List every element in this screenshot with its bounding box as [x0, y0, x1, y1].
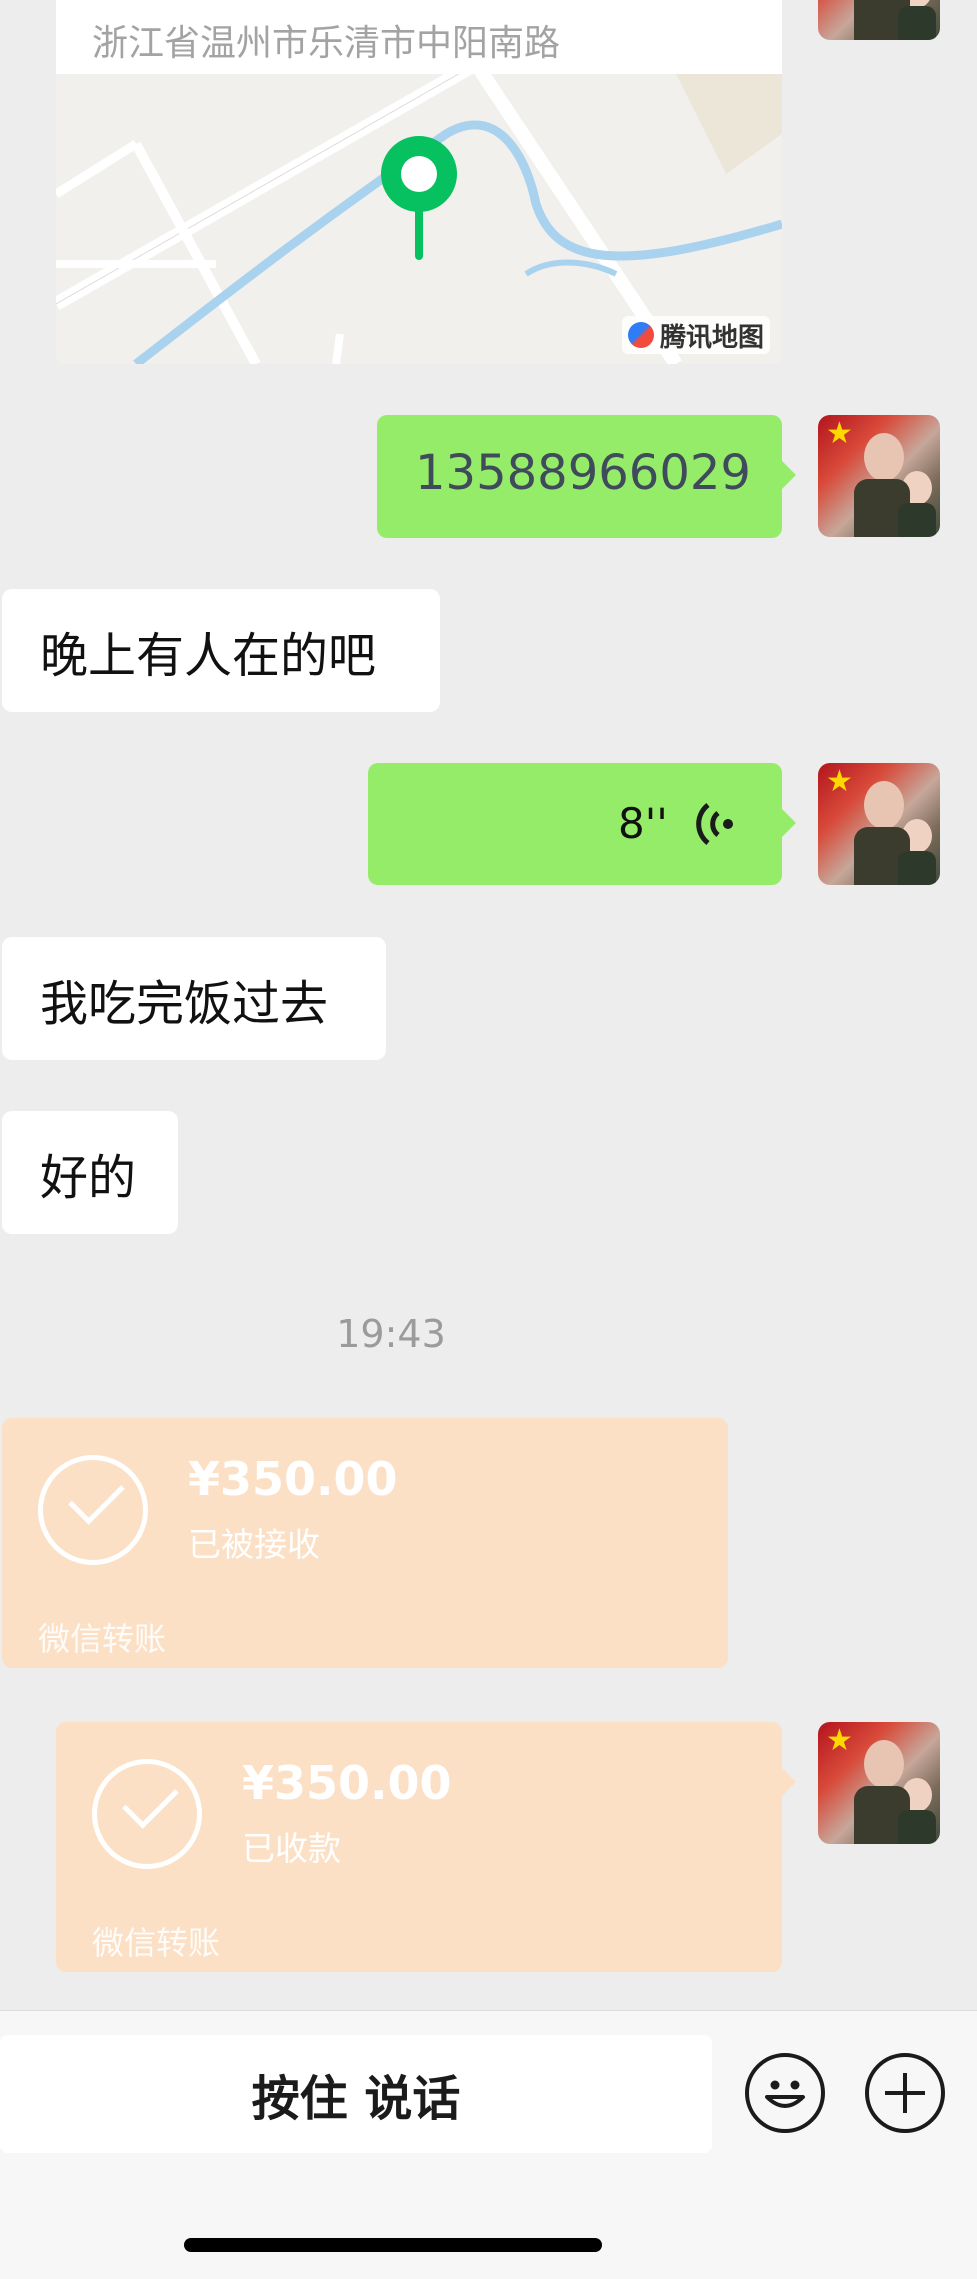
hold-to-talk-button[interactable]: 按住 说话	[0, 2035, 712, 2153]
my-avatar[interactable]: ★	[818, 0, 940, 40]
tencent-map-icon	[628, 322, 654, 348]
transfer-amount: ¥350.00	[242, 1756, 452, 1810]
transfer-card-received[interactable]: ¥350.00 已被接收 微信转账	[2, 1418, 728, 1668]
message-text: 晚上有人在的吧	[40, 627, 377, 684]
my-avatar[interactable]: ★	[818, 763, 940, 885]
message-text: 我吃完饭过去	[40, 975, 329, 1032]
location-address: 浙江省温州市乐清市中阳南路	[92, 23, 561, 64]
message-bubble-sent[interactable]: 13588966029	[377, 415, 796, 538]
map-provider-label: 腾讯地图	[660, 322, 765, 353]
transfer-status: 已被接收	[188, 1525, 320, 1564]
message-bubble-received[interactable]: 晚上有人在的吧	[2, 589, 440, 712]
chat-timestamp: 19:43	[336, 1312, 446, 1356]
message-text: 13588966029	[415, 445, 751, 501]
voice-wave-icon	[696, 803, 733, 845]
more-button[interactable]	[865, 2053, 945, 2133]
transfer-amount: ¥350.00	[188, 1452, 398, 1506]
checkmark-icon	[38, 1455, 148, 1565]
map-pin-icon	[381, 136, 457, 260]
map-provider-badge: 腾讯地图	[622, 316, 771, 354]
my-avatar[interactable]: ★	[818, 415, 940, 537]
message-bubble-received[interactable]: 好的	[2, 1111, 178, 1234]
transfer-status: 已收款	[242, 1829, 341, 1868]
my-avatar[interactable]: ★	[818, 1722, 940, 1844]
plus-icon	[885, 2073, 925, 2113]
voice-message-bubble[interactable]: 8''	[368, 763, 796, 885]
emoji-button[interactable]	[745, 2053, 825, 2133]
message-text: 好的	[40, 1149, 137, 1206]
message-bubble-received[interactable]: 我吃完饭过去	[2, 937, 386, 1060]
location-message[interactable]: 浙江省温州市乐清市中阳南路 腾讯地图	[56, 0, 782, 364]
transfer-card-sent[interactable]: ¥350.00 已收款 微信转账	[56, 1722, 796, 1972]
transfer-brand: 微信转账	[92, 1924, 221, 1962]
home-indicator	[184, 2238, 602, 2252]
smiley-icon	[765, 2080, 805, 2108]
voice-duration: 8''	[618, 799, 668, 848]
checkmark-icon	[92, 1759, 202, 1869]
transfer-brand: 微信转账	[38, 1620, 167, 1658]
